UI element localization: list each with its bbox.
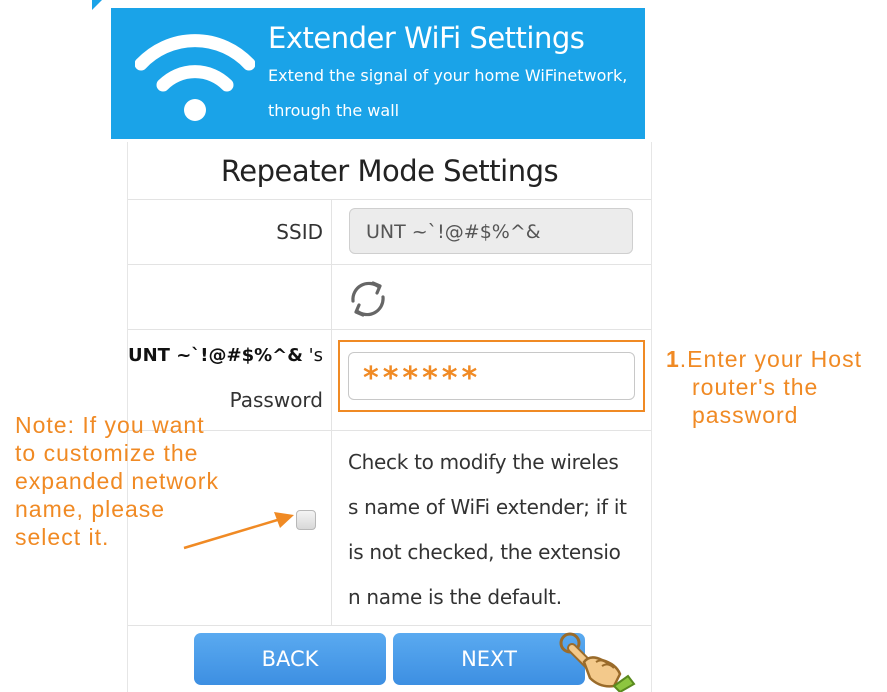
ssid-field[interactable]: UNT ~`!@#$%^& — [349, 208, 633, 254]
banner-subtitle-continued: through the wall — [268, 101, 400, 120]
banner-subtitle: Extend the signal of your home WiFinetwo… — [268, 66, 628, 85]
back-button[interactable]: BACK — [194, 633, 386, 685]
corner-decoration — [92, 0, 102, 10]
step-text: .Enter your Host — [679, 346, 862, 372]
checkbox-description: Check to modify the wireles s name of Wi… — [348, 440, 643, 620]
wifi-icon — [135, 34, 255, 121]
password-ssid-label: UNT ~`!@#$%^& 's — [128, 345, 323, 366]
password-field[interactable]: ****** — [348, 352, 635, 400]
step-annotation: 1.Enter your Host router's the password — [666, 345, 862, 429]
divider — [128, 199, 651, 200]
step-text: password — [692, 402, 799, 428]
note-line: expanded network — [15, 468, 219, 494]
description-line: Check to modify the wireles — [348, 450, 619, 474]
step-number: 1 — [666, 346, 680, 372]
divider — [128, 264, 651, 265]
note-line: Note: If you want — [15, 412, 205, 438]
password-ssid-name: UNT ~`!@#$%^& — [128, 345, 303, 366]
pointing-hand-icon — [559, 632, 636, 692]
column-divider — [331, 199, 332, 625]
ssid-label: SSID — [276, 220, 323, 244]
divider — [128, 329, 651, 330]
step-text: router's the — [692, 374, 819, 400]
note-line: to customize the — [15, 440, 199, 466]
arrow-icon — [183, 512, 294, 550]
page-title: Repeater Mode Settings — [220, 154, 559, 188]
refresh-icon[interactable] — [346, 277, 390, 321]
divider — [128, 625, 651, 626]
password-ssid-suffix: 's — [302, 345, 323, 366]
description-line: s name of WiFi extender; if it — [348, 495, 627, 519]
description-line: n name is the default. — [348, 585, 562, 609]
password-label: Password — [229, 388, 323, 412]
header-banner: Extender WiFi Settings Extend the signal… — [111, 8, 645, 139]
description-line: is not checked, the extensio — [348, 540, 621, 564]
banner-title: Extender WiFi Settings — [268, 21, 585, 55]
